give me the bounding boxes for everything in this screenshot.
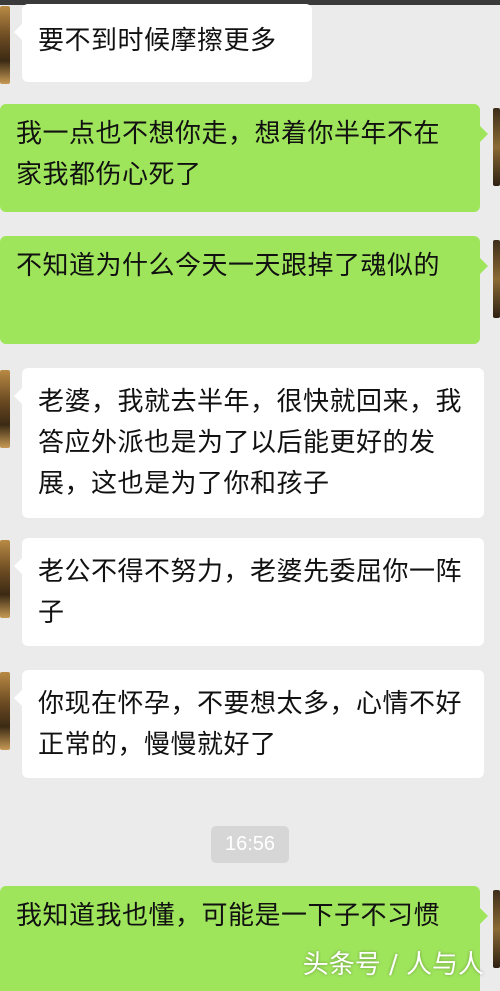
message-text: 我一点也不想你走，想着你半年不在家我都伤心死了 <box>16 119 441 190</box>
message-text: 老婆，我就去半年，很快就回来，我答应外派也是为了以后能更好的发展，这也是为了你和… <box>38 387 463 499</box>
outgoing-message-bubble[interactable]: 我一点也不想你走，想着你半年不在家我都伤心死了 <box>0 104 488 212</box>
contact-avatar[interactable] <box>0 540 10 618</box>
watermark-text: 头条号 / 人与人 <box>302 950 484 980</box>
contact-avatar[interactable] <box>0 6 10 84</box>
timestamp-label: 16:56 <box>211 826 289 863</box>
self-avatar[interactable] <box>493 108 500 186</box>
contact-avatar[interactable] <box>0 370 10 448</box>
self-avatar[interactable] <box>493 240 500 318</box>
message-text: 我知道我也懂，可能是一下子不习惯 <box>16 901 441 931</box>
incoming-message-bubble[interactable]: 你现在怀孕，不要想太多，心情不好正常的，慢慢就好了 <box>14 670 484 778</box>
incoming-message-bubble[interactable]: 要不到时候摩擦更多 <box>14 4 312 82</box>
message-text: 要不到时候摩擦更多 <box>38 26 277 56</box>
message-text: 你现在怀孕，不要想太多，心情不好正常的，慢慢就好了 <box>38 689 463 760</box>
message-text: 不知道为什么今天一天跟掉了魂似的 <box>16 251 441 281</box>
outgoing-message-bubble[interactable]: 不知道为什么今天一天跟掉了魂似的 <box>0 236 488 344</box>
contact-avatar[interactable] <box>0 672 10 750</box>
incoming-message-bubble[interactable]: 老婆，我就去半年，很快就回来，我答应外派也是为了以后能更好的发展，这也是为了你和… <box>14 368 484 518</box>
message-text: 老公不得不努力，老婆先委屈你一阵子 <box>38 557 463 628</box>
self-avatar[interactable] <box>493 890 500 968</box>
incoming-message-bubble[interactable]: 老公不得不努力，老婆先委屈你一阵子 <box>14 538 484 646</box>
